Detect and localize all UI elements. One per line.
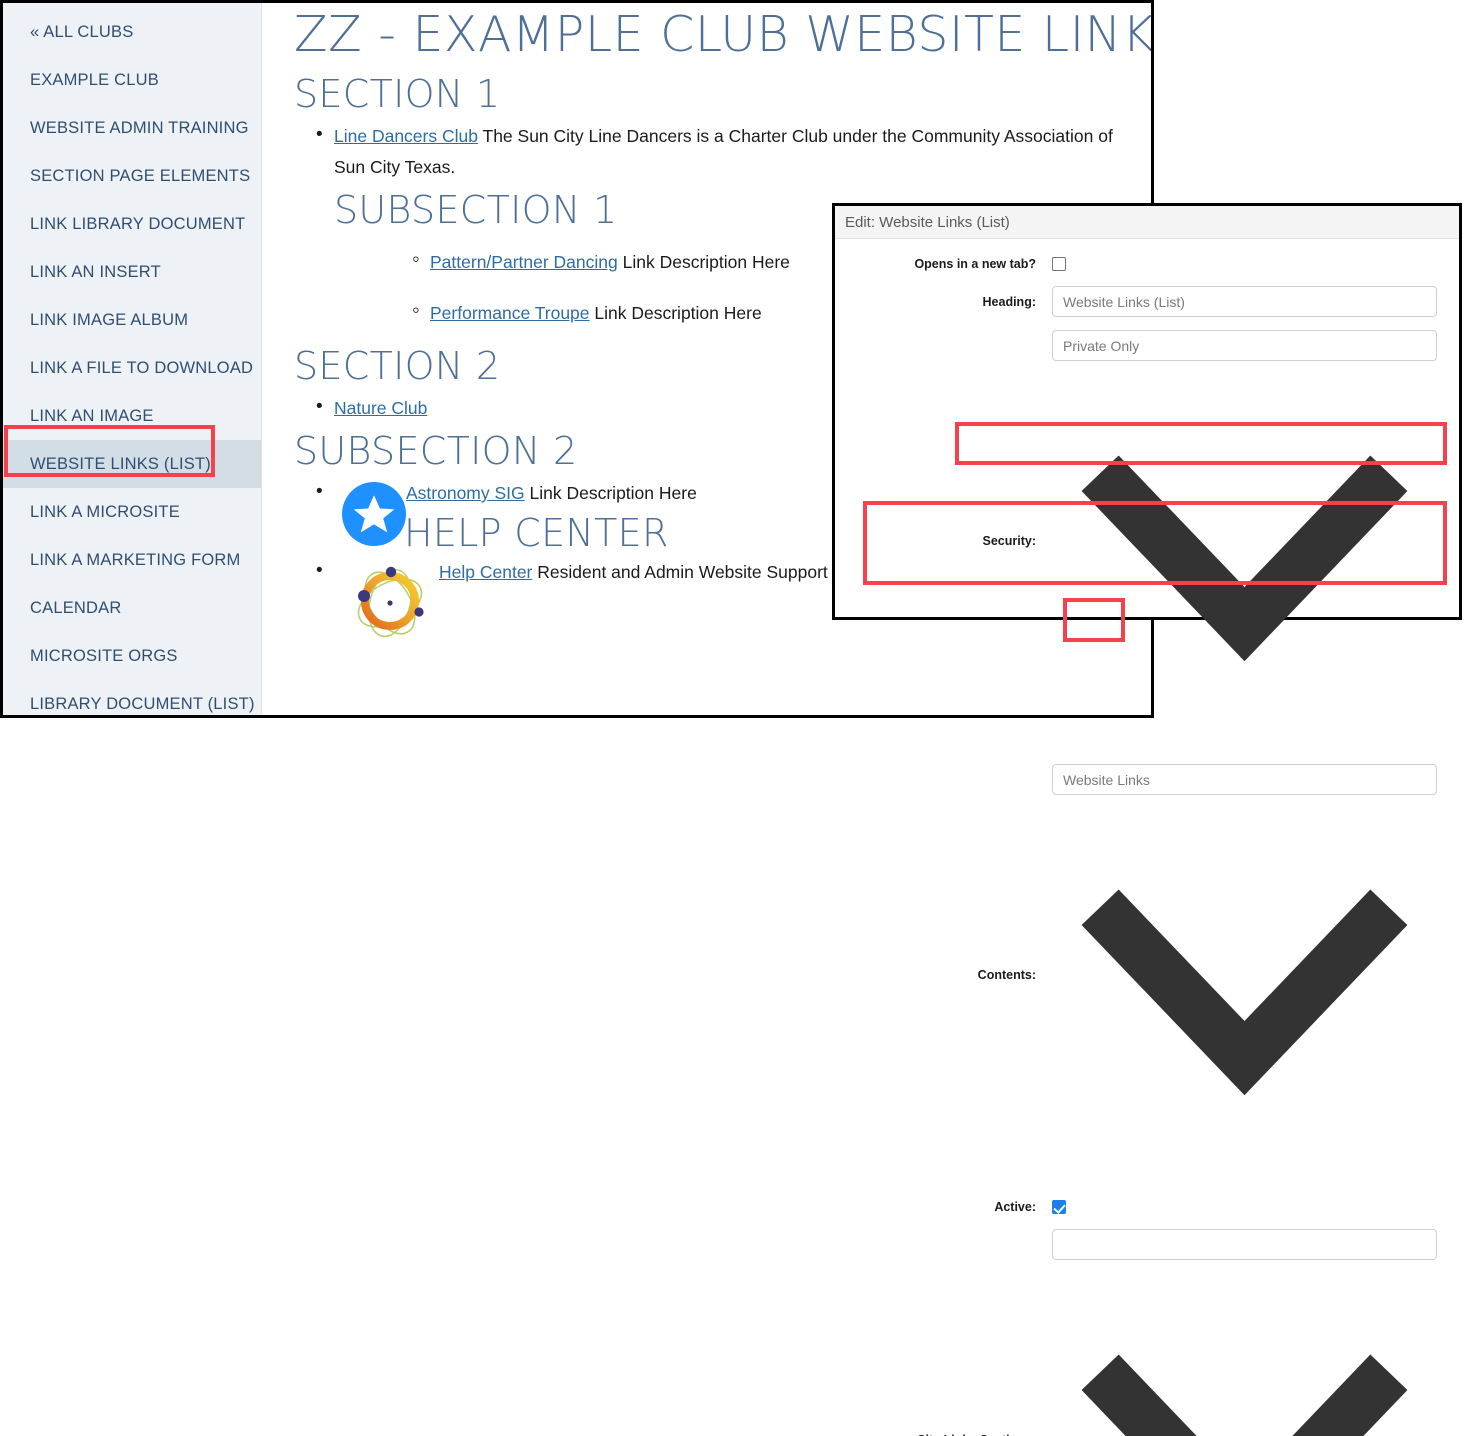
sidebar-item-label: WEBSITE LINKS (LIST)	[30, 455, 211, 474]
sidebar-item-link-a-marketing-form[interactable]: LINK A MARKETING FORM	[3, 536, 261, 584]
sidebar-item-label: « ALL CLUBS	[30, 23, 133, 42]
link-description: Link Description Here	[525, 483, 697, 503]
chevron-down-icon	[1052, 795, 1437, 1180]
chevron-down-icon	[1052, 1260, 1437, 1436]
sidebar-item-example-club[interactable]: EXAMPLE CLUB	[3, 56, 261, 104]
dialog-title-bar: Edit: Website Links (List)	[835, 206, 1459, 239]
dialog-body: Opens in a new tab? Heading: Website Lin…	[835, 239, 1459, 1436]
field-row-new-tab: Opens in a new tab?	[835, 255, 1459, 273]
sidebar-item-label: LINK A FILE TO DOWNLOAD	[30, 359, 253, 378]
contents-label: Contents:	[835, 968, 1052, 982]
sidebar-nav: « ALL CLUBS EXAMPLE CLUB WEBSITE ADMIN T…	[3, 3, 262, 715]
active-checkbox[interactable]	[1052, 1200, 1066, 1214]
field-row-heading: Heading: Website Links (List)	[835, 286, 1459, 317]
new-tab-label: Opens in a new tab?	[835, 257, 1052, 271]
sidebar-item-website-admin-training[interactable]: WEBSITE ADMIN TRAINING	[3, 104, 261, 152]
contents-select[interactable]: Website Links	[1052, 764, 1437, 795]
field-row-site-links-sections: Site Links Sections:	[835, 1229, 1459, 1436]
sidebar-item-label: LINK A MICROSITE	[30, 503, 180, 522]
field-row-active: Active:	[835, 1198, 1459, 1216]
security-select[interactable]: Private Only	[1052, 330, 1437, 361]
sidebar-item-all-clubs[interactable]: « ALL CLUBS	[3, 8, 261, 56]
sidebar-item-label: LINK IMAGE ALBUM	[30, 311, 188, 330]
row-text: Help Center Resident and Admin Website S…	[439, 557, 828, 588]
sidebar-item-link-library-document[interactable]: LINK LIBRARY DOCUMENT	[3, 200, 261, 248]
sidebar-item-label: MICROSITE ORGS	[30, 647, 178, 666]
field-row-security: Security: Private Only	[835, 330, 1459, 751]
sidebar-item-label: LINK AN INSERT	[30, 263, 161, 282]
sidebar-item-calendar[interactable]: CALENDAR	[3, 584, 261, 632]
link-nature-club[interactable]: Nature Club	[334, 398, 427, 418]
sidebar-item-label: SECTION PAGE ELEMENTS	[30, 167, 250, 186]
section-1-heading: SECTION 1	[294, 67, 1121, 121]
sidebar-item-label: LINK LIBRARY DOCUMENT	[30, 215, 245, 234]
link-description: Resident and Admin Website Support	[532, 562, 827, 582]
link-astronomy-sig[interactable]: Astronomy SIG	[406, 483, 525, 503]
sidebar-item-link-a-file-to-download[interactable]: LINK A FILE TO DOWNLOAD	[3, 344, 261, 392]
sidebar-item-label: LINK AN IMAGE	[30, 407, 154, 426]
link-line-dancers-club[interactable]: Line Dancers Club	[334, 126, 478, 146]
sidebar-item-label: LIBRARY DOCUMENT (LIST)	[30, 695, 255, 714]
link-description: Link Description Here	[590, 303, 762, 323]
star-icon	[342, 482, 406, 546]
heading-label: Heading:	[835, 295, 1052, 309]
sidebar-item-website-links-list[interactable]: WEBSITE LINKS (LIST)	[3, 440, 261, 488]
sidebar-item-link-a-microsite[interactable]: LINK A MICROSITE	[3, 488, 261, 536]
link-performance-troupe[interactable]: Performance Troupe	[430, 303, 590, 323]
sidebar-item-link-an-insert[interactable]: LINK AN INSERT	[3, 248, 261, 296]
list-item: Line Dancers Club The Sun City Line Danc…	[294, 121, 1121, 183]
sidebar-item-label: CALENDAR	[30, 599, 121, 618]
link-description: Link Description Here	[618, 252, 790, 272]
link-help-center[interactable]: Help Center	[439, 562, 532, 582]
link-pattern-partner-dancing[interactable]: Pattern/Partner Dancing	[430, 252, 618, 272]
opens-in-new-tab-checkbox[interactable]	[1052, 257, 1066, 271]
sidebar-item-link-an-image[interactable]: LINK AN IMAGE	[3, 392, 261, 440]
page-title: ZZ - EXAMPLE CLUB WEBSITE LINKS	[294, 3, 1121, 67]
field-row-contents: Contents: Website Links	[835, 764, 1459, 1185]
sidebar-item-microsite-orgs[interactable]: MICROSITE ORGS	[3, 632, 261, 680]
active-label: Active:	[835, 1200, 1052, 1214]
sidebar-item-library-document-list[interactable]: LIBRARY DOCUMENT (LIST)	[3, 680, 261, 728]
sidebar-item-label: LINK A MARKETING FORM	[30, 551, 240, 570]
section-1-list: Line Dancers Club The Sun City Line Danc…	[294, 121, 1121, 183]
heading-input[interactable]: Website Links (List)	[1052, 286, 1437, 317]
sidebar-item-section-page-elements[interactable]: SECTION PAGE ELEMENTS	[3, 152, 261, 200]
edit-website-links-dialog: Edit: Website Links (List) Opens in a ne…	[832, 203, 1462, 620]
site-links-sections-select[interactable]	[1052, 1229, 1437, 1260]
site-links-sections-label: Site Links Sections:	[835, 1433, 1052, 1436]
dialog-title: Edit: Website Links (List)	[845, 214, 1010, 231]
row-text: Astronomy SIG Link Description Here	[406, 478, 697, 509]
chevron-down-icon	[1052, 361, 1437, 746]
security-label: Security:	[835, 534, 1052, 548]
sidebar-item-label: EXAMPLE CLUB	[30, 71, 159, 90]
sidebar-item-link-image-album[interactable]: LINK IMAGE ALBUM	[3, 296, 261, 344]
sidebar-item-label: WEBSITE ADMIN TRAINING	[30, 119, 249, 138]
orbit-logo-icon	[342, 559, 438, 647]
